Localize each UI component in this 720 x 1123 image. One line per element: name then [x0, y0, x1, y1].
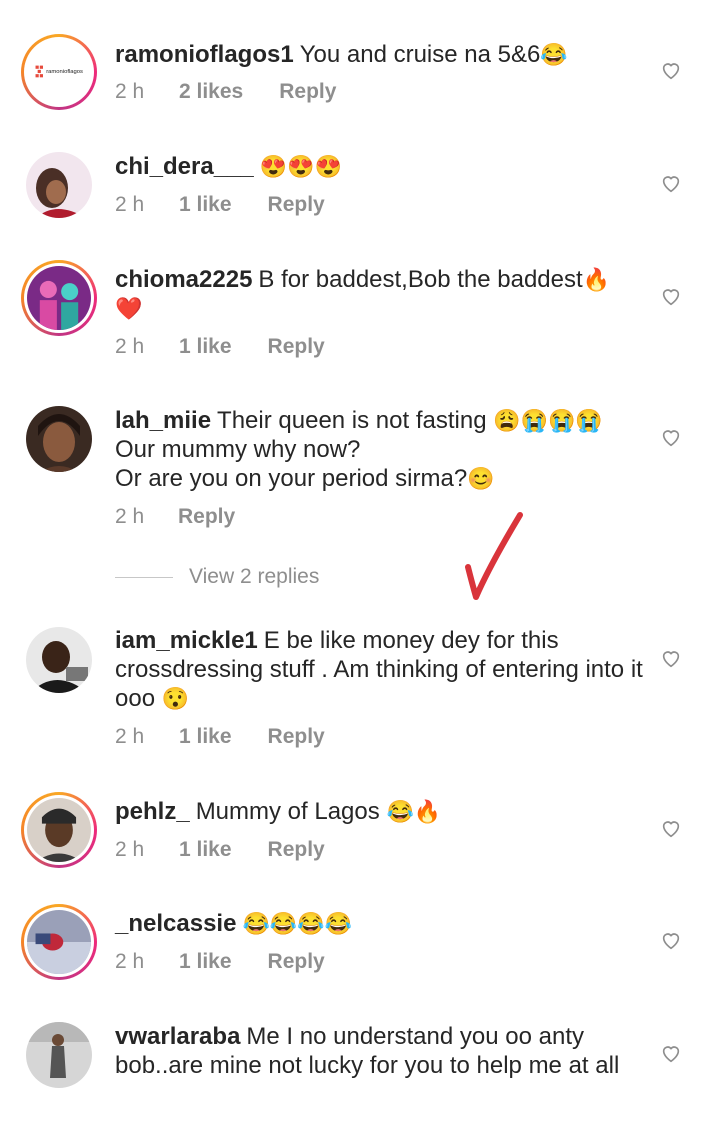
avatar-text: ramonioflagos [46, 69, 83, 75]
comment-emoji: 😂 [540, 42, 568, 67]
like-count[interactable]: 1 like [179, 950, 232, 974]
timestamp: 2 h [115, 505, 145, 528]
heart-icon[interactable] [660, 929, 682, 951]
avatar[interactable] [26, 1022, 92, 1088]
username[interactable]: vwarlaraba [115, 1023, 240, 1050]
comment-text: You and cruise na 5&6 [299, 41, 541, 68]
reply-button[interactable]: Reply [178, 505, 235, 529]
comment-emoji: 😂🔥 [386, 799, 442, 824]
username[interactable]: lah_miie [115, 407, 211, 434]
timestamp: 2 h [115, 725, 145, 748]
username[interactable]: _nelcassie [115, 910, 236, 937]
username[interactable]: pehlz_ [115, 798, 190, 825]
username[interactable]: iam_mickle1 [115, 627, 258, 654]
reply-button[interactable]: Reply [268, 950, 325, 974]
like-count[interactable]: 1 like [179, 725, 232, 749]
avatar[interactable] [26, 406, 92, 472]
heart-icon[interactable] [660, 426, 682, 448]
comment-emoji: 🔥 [582, 267, 611, 292]
reply-button[interactable]: Reply [268, 838, 325, 862]
like-count[interactable]: 1 like [179, 193, 232, 217]
avatar[interactable] [26, 152, 92, 218]
heart-icon[interactable] [660, 817, 682, 839]
comment-text-line: Or are you on your period sirma? [115, 465, 468, 492]
heart-icon[interactable] [660, 172, 682, 194]
avatar[interactable] [21, 904, 97, 980]
timestamp: 2 h [115, 838, 145, 861]
timestamp: 2 h [115, 193, 145, 216]
comment-emoji: 😊 [467, 466, 495, 491]
heart-icon[interactable] [660, 647, 682, 669]
comment-emoji: 😂😂😂😂 [242, 911, 353, 936]
view-replies-button[interactable]: View 2 replies [115, 565, 319, 589]
avatar[interactable] [26, 627, 92, 693]
like-count[interactable]: 2 likes [179, 80, 243, 104]
reply-button[interactable]: Reply [268, 193, 325, 217]
like-count[interactable]: 1 like [179, 335, 232, 359]
comment-emoji: ❤️ [115, 296, 143, 321]
comment-emoji: 😯 [161, 686, 190, 711]
username[interactable]: chi_dera___ [115, 153, 254, 180]
avatar[interactable]: ramonioflagos [21, 34, 97, 110]
timestamp: 2 h [115, 335, 145, 358]
divider [115, 576, 173, 578]
comment-text: Mummy of Lagos [195, 798, 380, 825]
username[interactable]: ramonioflagos1 [115, 41, 294, 68]
comment-emoji: 😍😍😍 [259, 154, 342, 179]
avatar[interactable] [21, 792, 97, 868]
heart-icon[interactable] [660, 59, 682, 81]
username[interactable]: chioma2225 [115, 266, 252, 293]
comment-emoji: 😩😭😭😭 [493, 408, 603, 433]
comment-text: Their queen is not fasting [217, 407, 487, 434]
heart-icon[interactable] [660, 1042, 682, 1064]
timestamp: 2 h [115, 950, 145, 973]
comment-text: B for baddest,Bob the baddest [258, 266, 583, 293]
like-count[interactable]: 1 like [179, 838, 232, 862]
reply-button[interactable]: Reply [268, 335, 325, 359]
reply-button[interactable]: Reply [268, 725, 325, 749]
checkmark-annotation [465, 512, 523, 600]
timestamp: 2 h [115, 80, 145, 103]
view-replies-label: View 2 replies [189, 565, 320, 588]
avatar[interactable] [21, 260, 97, 336]
reply-button[interactable]: Reply [279, 80, 336, 104]
heart-icon[interactable] [660, 285, 682, 307]
comment-text-line: Our mummy why now? [115, 436, 361, 463]
